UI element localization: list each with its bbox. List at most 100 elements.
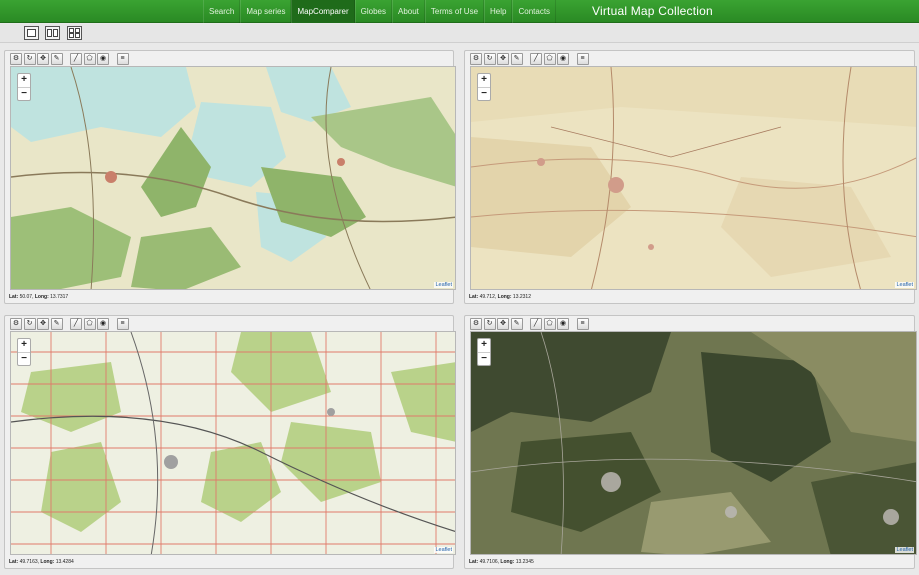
edit-icon[interactable]: ✎: [510, 318, 523, 330]
main-nav: Search Map series MapComparer Globes Abo…: [203, 0, 557, 23]
move-icon[interactable]: ✥: [37, 53, 49, 65]
line-icon[interactable]: ╱: [70, 53, 82, 65]
list-icon[interactable]: ≡: [576, 53, 589, 65]
map-tiles: [471, 332, 916, 554]
line-icon[interactable]: ╱: [530, 318, 542, 330]
nav-item-help[interactable]: Help: [484, 0, 513, 23]
nav-item-map-series[interactable]: Map series: [240, 0, 292, 23]
long-value: 13.2345: [515, 559, 534, 565]
move-icon[interactable]: ✥: [37, 318, 49, 330]
map-panel-1: ⚙ ↻ ✥ ✎ ╱ ⬠ ◉ ≡ + − Leaflet Lat: 50.07, …: [4, 50, 456, 304]
target-icon[interactable]: ◉: [557, 318, 569, 330]
zoom-in-button[interactable]: +: [478, 339, 490, 352]
coordinate-readout: Lat: 50.07, Long: 13.7317: [9, 294, 69, 300]
polygon-icon[interactable]: ⬠: [543, 318, 556, 330]
line-icon[interactable]: ╱: [530, 53, 542, 65]
zoom-in-button[interactable]: +: [18, 339, 30, 352]
polygon-icon[interactable]: ⬠: [83, 318, 96, 330]
long-value: 13.7317: [50, 294, 69, 300]
move-icon[interactable]: ✥: [497, 318, 509, 330]
refresh-icon[interactable]: ↻: [483, 53, 496, 65]
settings-icon[interactable]: ⚙: [470, 318, 482, 330]
edit-icon[interactable]: ✎: [50, 318, 63, 330]
two-column-pane-right: [53, 29, 58, 37]
zoom-in-button[interactable]: +: [18, 74, 30, 87]
lat-label: Lat:: [9, 294, 19, 300]
long-label: Long:: [34, 294, 49, 300]
map-tiles: [471, 67, 916, 289]
leaflet-attribution[interactable]: Leaflet: [895, 547, 914, 553]
single-view-icon[interactable]: [24, 26, 39, 40]
refresh-icon[interactable]: ↻: [483, 318, 496, 330]
leaflet-attribution[interactable]: Leaflet: [434, 282, 453, 288]
nav-item-about[interactable]: About: [391, 0, 425, 23]
map-panel-4: ⚙ ↻ ✥ ✎ ╱ ⬠ ◉ ≡ + − Leaflet Lat: 49.7106…: [464, 315, 917, 569]
zoom-out-button[interactable]: −: [18, 352, 30, 365]
target-icon[interactable]: ◉: [97, 53, 109, 65]
nav-item-terms[interactable]: Terms of Use: [424, 0, 485, 23]
site-title: Virtual Map Collection: [592, 4, 713, 18]
polygon-icon[interactable]: ⬠: [543, 53, 556, 65]
grid-pane-4: [75, 33, 80, 38]
coordinate-readout: Lat: 49.7106, Long: 13.2345: [469, 559, 534, 565]
refresh-icon[interactable]: ↻: [23, 318, 36, 330]
long-label: Long:: [500, 559, 515, 565]
two-column-view-icon[interactable]: [45, 26, 60, 40]
nav-item-mapcomparer[interactable]: MapComparer: [291, 0, 355, 23]
zoom-control: + −: [17, 73, 31, 101]
line-icon[interactable]: ╱: [70, 318, 82, 330]
map-panel-2: ⚙ ↻ ✥ ✎ ╱ ⬠ ◉ ≡ + − Leaflet Lat: 49.712,…: [464, 50, 917, 304]
map-panel-3: ⚙ ↻ ✥ ✎ ╱ ⬠ ◉ ≡ + − Leaflet Lat: 49.7163…: [4, 315, 456, 569]
lat-label: Lat:: [9, 559, 19, 565]
long-value: 13.4284: [55, 559, 74, 565]
leaflet-attribution[interactable]: Leaflet: [895, 282, 914, 288]
lat-value: 49.712: [479, 294, 495, 300]
lat-label: Lat:: [469, 294, 479, 300]
four-grid-view-icon[interactable]: [67, 26, 82, 40]
map-tools: ⚙ ↻ ✥ ✎ ╱ ⬠ ◉ ≡: [10, 53, 130, 65]
map-view[interactable]: + − Leaflet: [10, 66, 456, 290]
zoom-out-button[interactable]: −: [18, 87, 30, 100]
zoom-control: + −: [17, 338, 31, 366]
settings-icon[interactable]: ⚙: [10, 53, 22, 65]
map-tools: ⚙ ↻ ✥ ✎ ╱ ⬠ ◉ ≡: [10, 318, 130, 330]
list-icon[interactable]: ≡: [576, 318, 589, 330]
leaflet-attribution[interactable]: Leaflet: [434, 547, 453, 553]
refresh-icon[interactable]: ↻: [23, 53, 36, 65]
long-label: Long:: [497, 294, 512, 300]
edit-icon[interactable]: ✎: [50, 53, 63, 65]
grid-pane-3: [69, 33, 74, 38]
move-icon[interactable]: ✥: [497, 53, 509, 65]
zoom-out-button[interactable]: −: [478, 352, 490, 365]
zoom-out-button[interactable]: −: [478, 87, 490, 100]
target-icon[interactable]: ◉: [557, 53, 569, 65]
list-icon[interactable]: ≡: [116, 53, 129, 65]
map-view[interactable]: + − Leaflet: [10, 331, 456, 555]
list-icon[interactable]: ≡: [116, 318, 129, 330]
target-icon[interactable]: ◉: [97, 318, 109, 330]
settings-icon[interactable]: ⚙: [470, 53, 482, 65]
long-value: 13.2312: [512, 294, 531, 300]
lat-label: Lat:: [469, 559, 479, 565]
long-label: Long:: [40, 559, 55, 565]
lat-value: 49.7163: [19, 559, 38, 565]
nav-item-contacts[interactable]: Contacts: [512, 0, 557, 23]
zoom-control: + −: [477, 338, 491, 366]
two-column-pane-left: [47, 29, 52, 37]
map-tools: ⚙ ↻ ✥ ✎ ╱ ⬠ ◉ ≡: [470, 318, 590, 330]
map-tools: ⚙ ↻ ✥ ✎ ╱ ⬠ ◉ ≡: [470, 53, 590, 65]
coordinate-readout: Lat: 49.712, Long: 13.2312: [469, 294, 531, 300]
layout-toolbar: [0, 24, 919, 43]
zoom-in-button[interactable]: +: [478, 74, 490, 87]
map-view[interactable]: + − Leaflet: [470, 66, 917, 290]
settings-icon[interactable]: ⚙: [10, 318, 22, 330]
polygon-icon[interactable]: ⬠: [83, 53, 96, 65]
nav-item-search[interactable]: Search: [203, 0, 241, 23]
single-view-pane: [27, 29, 36, 37]
edit-icon[interactable]: ✎: [510, 53, 523, 65]
map-tiles: [11, 332, 455, 554]
lat-value: 49.7106: [479, 559, 498, 565]
zoom-control: + −: [477, 73, 491, 101]
nav-item-globes[interactable]: Globes: [354, 0, 392, 23]
map-view[interactable]: + − Leaflet: [470, 331, 917, 555]
